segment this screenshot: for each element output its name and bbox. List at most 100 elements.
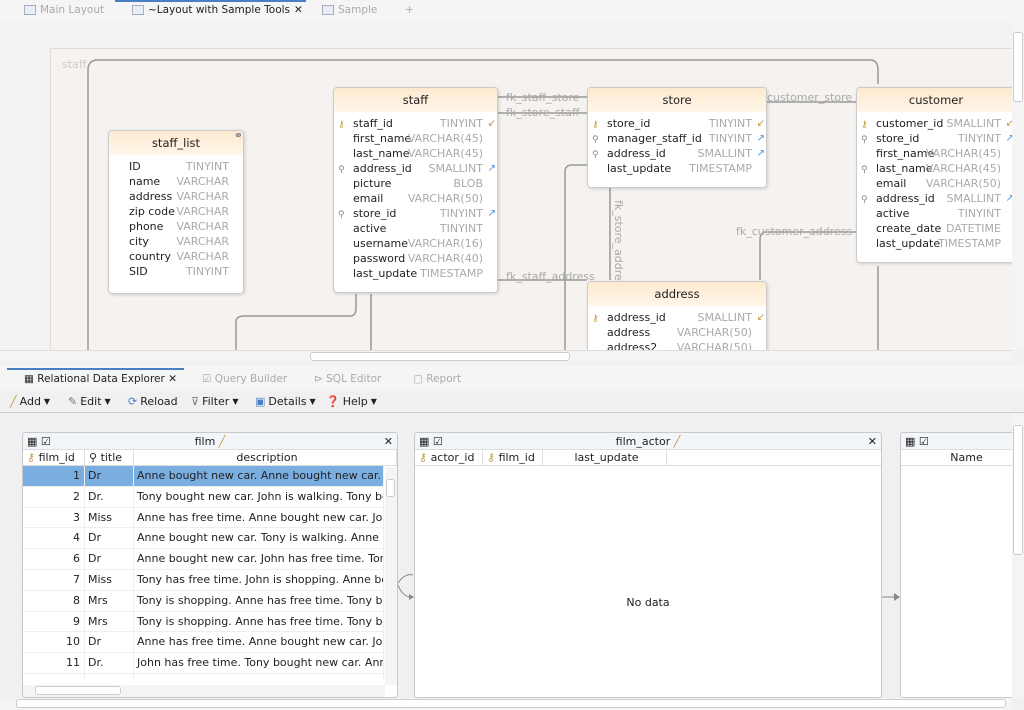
column-header[interactable]: Name [901, 450, 1024, 465]
diagram-horizontal-scrollbar[interactable] [0, 350, 1012, 362]
entity-field[interactable]: city VARCHAR [109, 234, 243, 249]
entity-field[interactable]: active TINYINT [334, 221, 497, 236]
details-button[interactable]: ▣ Details ▼ [255, 395, 316, 408]
cell-title: Dr [85, 466, 134, 486]
close-icon[interactable]: ✕ [868, 433, 877, 450]
entity-field[interactable]: address VARCHAR(50) [588, 325, 766, 340]
table-row[interactable]: 6 Dr Anne bought new car. John has free ti… [23, 549, 384, 570]
table-row[interactable]: 11 Dr. John has free time. Tony bought new… [23, 653, 384, 674]
entity-field[interactable]: last_update TIMESTAMP [334, 266, 497, 281]
column-header[interactable]: description [134, 450, 397, 465]
add-tab-button[interactable]: + [405, 4, 414, 16]
entity-field[interactable]: address2 VARCHAR(50) [588, 340, 766, 350]
entity-field[interactable]: last_update TIMESTAMP [588, 161, 766, 176]
primary-key-arrow-icon: ↙ [756, 118, 765, 129]
active-tab-indicator [115, 0, 306, 2]
grid-icon[interactable]: ▦ ☑ [419, 433, 443, 450]
cell-title: Mrs [85, 611, 134, 632]
entity-field[interactable]: phone VARCHAR [109, 219, 243, 234]
table-row[interactable]: 12DrAnne has free time. Tony is shopping… [23, 673, 384, 679]
table-row[interactable]: 4 Dr Anne bought new car. Tony is walking.… [23, 528, 384, 550]
tab-query-builder[interactable]: ☑ Query Builder [202, 373, 287, 385]
entity-field[interactable]: ⚲ last_name VARCHAR(45) [857, 161, 1012, 176]
entity-field[interactable]: ⚲address_idSMALLINT↗ [588, 146, 766, 161]
add-button[interactable]: ╱ Add ▼ [10, 395, 50, 408]
entity-field[interactable]: create_date DATETIME [857, 221, 1012, 236]
entity-field[interactable]: ⚲store_idTINYINT↗ [334, 206, 497, 221]
grid-icon[interactable]: ▦ ☑ [905, 435, 929, 448]
entity-staff-list[interactable]: staff_list ID TINYINT name VARCHAR address VAR… [108, 130, 244, 294]
column-header[interactable]: ⚷ film_id [23, 450, 85, 465]
tab-sql-editor[interactable]: ⊳ SQL Editor [314, 373, 381, 385]
column-header-row: ⚷ film_id ⚲ title description [23, 450, 397, 466]
entity-field[interactable]: picture BLOB [334, 176, 497, 191]
close-icon[interactable]: ✕ [168, 373, 177, 385]
foreign-key-arrow-icon: ↗ [487, 208, 496, 219]
tab-relational-data-explorer[interactable]: ▦ Relational Data Explorer ✕ [24, 373, 177, 385]
entity-staff[interactable]: staff ⚷ staff_id TINYINT ↙ first_name VARCHAR(… [333, 87, 498, 293]
reload-button[interactable]: ⟳ Reload [128, 395, 178, 408]
entity-field[interactable]: name VARCHAR [109, 174, 243, 189]
grid-icon[interactable]: ▦ ☑ [27, 433, 51, 450]
entity-field[interactable]: email VARCHAR(50) [857, 176, 1012, 191]
close-icon[interactable]: ✕ [294, 4, 303, 16]
cell-title: Dr [85, 632, 134, 653]
help-button[interactable]: ❓ Help ▼ [326, 395, 377, 408]
entity-field[interactable]: ⚲store_idTINYINT↗ [857, 131, 1012, 146]
entity-field[interactable]: last_update TIMESTAMP [857, 236, 1012, 251]
entity-field[interactable]: address VARCHAR [109, 189, 243, 204]
entity-field[interactable]: username VARCHAR(16) [334, 236, 497, 251]
film-horizontal-scrollbar[interactable] [23, 685, 385, 697]
entity-field[interactable]: ⚷ store_id TINYINT ↙ [588, 116, 766, 131]
relation-line [235, 294, 357, 350]
relation-label: customer_store [767, 91, 853, 104]
filter-button[interactable]: ⊽ Filter ▼ [191, 395, 238, 408]
table-row[interactable]: 2 Dr. Tony bought new car. John is walking… [23, 486, 384, 508]
entity-store[interactable]: store ⚷ store_id TINYINT ↙ ⚲ manager_staff_id T… [587, 87, 767, 188]
entity-field[interactable]: ⚷ staff_id TINYINT ↙ [334, 116, 497, 131]
film-vertical-scrollbar[interactable] [385, 467, 397, 685]
column-header[interactable]: ⚷ actor_id [415, 450, 483, 465]
entity-field[interactable]: first_name VARCHAR(45) [857, 146, 1012, 161]
entity-field[interactable]: country VARCHAR [109, 249, 243, 264]
entity-customer[interactable]: customer ⚷customer_idSMALLINT↙⚲store_idTI… [856, 87, 1012, 263]
foreign-key-arrow-icon: ↗ [756, 148, 765, 159]
entity-field[interactable]: ⚲ manager_staff_id TINYINT ↗ [588, 131, 766, 146]
entity-field[interactable]: ⚷ address_id SMALLINT ↙ [588, 310, 766, 325]
entity-field[interactable]: ⚲address_idSMALLINT↗ [334, 161, 497, 176]
workspace-horizontal-scrollbar[interactable] [0, 698, 1012, 710]
column-header-row: ⚷ actor_id ⚷ film_id last_update [415, 450, 881, 466]
table-row[interactable]: 9 Mrs Tony is shopping. Anne has free time… [23, 611, 384, 633]
entity-field[interactable]: first_name VARCHAR(45) [334, 131, 497, 146]
diagram-canvas[interactable]: staff fk_staff_store fk_store_staff cust… [0, 22, 1012, 350]
entity-address[interactable]: address ⚷ address_id SMALLINT ↙ address VARCHA… [587, 281, 767, 350]
tab-main-layout[interactable]: Main Layout [24, 4, 104, 16]
column-header[interactable]: ⚲ title [85, 450, 134, 465]
entity-field[interactable]: password VARCHAR(40) [334, 251, 497, 266]
table-row[interactable]: 8 Mrs Tony is shopping. Anne has free time… [23, 590, 384, 612]
key-icon: ⚷ [27, 451, 36, 464]
table-row[interactable]: 3 Miss Anne has free time. Anne bought new… [23, 507, 384, 529]
empty-state: No data [626, 596, 670, 609]
tab-layout-sample-tools[interactable]: ~Layout with Sample Tools ✕ [132, 4, 303, 16]
edit-button[interactable]: ✎ Edit ▼ [68, 395, 111, 408]
table-row[interactable]: 10 Dr Anne has free time. Anne bought new … [23, 632, 384, 654]
close-icon[interactable]: ✕ [384, 433, 393, 450]
entity-field[interactable]: ⚷customer_idSMALLINT↙ [857, 116, 1012, 131]
table-row[interactable]: 1 Dr Anne bought new car. Anne bought new … [23, 466, 384, 487]
entity-field[interactable]: active TINYINT [857, 206, 1012, 221]
cell-film-id: 6 [23, 549, 85, 569]
entity-field[interactable]: zip code VARCHAR [109, 204, 243, 219]
tab-report[interactable]: ▢ Report [413, 373, 461, 385]
entity-field[interactable]: ID TINYINT [109, 159, 243, 174]
table-row[interactable]: 7 Miss Tony has free time. John is shoppin… [23, 569, 384, 591]
entity-field[interactable]: SID TINYINT [109, 264, 243, 279]
entity-field[interactable]: email VARCHAR(50) [334, 191, 497, 206]
tab-sample[interactable]: Sample [322, 4, 377, 16]
entity-field[interactable]: last_name VARCHAR(45) [334, 146, 497, 161]
column-header[interactable]: ⚷ film_id [483, 450, 543, 465]
diagram-vertical-scrollbar[interactable] [1012, 22, 1024, 350]
workspace-vertical-scrollbar[interactable] [1012, 413, 1024, 698]
column-header[interactable]: last_update [543, 450, 667, 465]
entity-field[interactable]: ⚲address_idSMALLINT↗ [857, 191, 1012, 206]
